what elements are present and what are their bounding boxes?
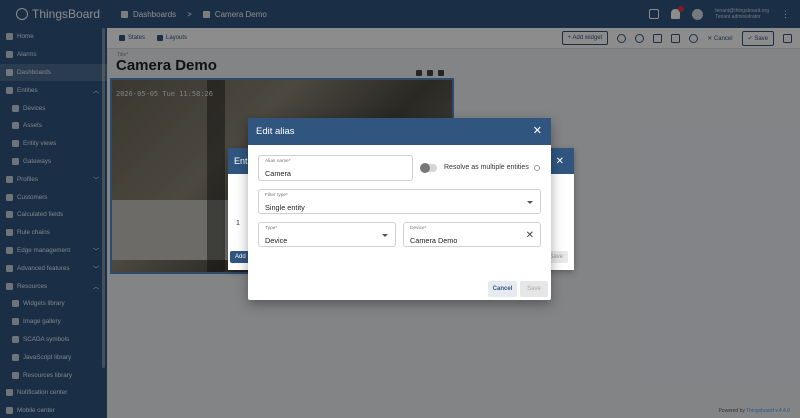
toggle-knob (420, 163, 430, 173)
resolve-multiple-label: Resolve as multiple entities (444, 164, 529, 171)
alias-row-index: 1 (236, 220, 240, 227)
cancel-button[interactable]: Cancel (488, 281, 517, 297)
dropdown-arrow-icon (527, 201, 533, 204)
close-icon[interactable]: ✕ (533, 124, 542, 137)
device-autocomplete[interactable]: Device* Camera Demo ✕ (403, 222, 541, 247)
alias-name-label: Alias name* (265, 159, 291, 164)
edit-alias-header: Edit alias ✕ (248, 118, 551, 145)
filter-type-select[interactable]: Filter type* Single entity (258, 189, 541, 214)
type-label: Type* (265, 226, 278, 231)
clear-icon[interactable]: ✕ (526, 230, 534, 241)
type-value: Device (265, 236, 288, 245)
close-icon[interactable]: ✕ (556, 156, 564, 167)
save-button[interactable]: Save (520, 281, 548, 297)
powered-by: Powered by Thingsboard v.4.4.0 (718, 408, 790, 414)
powered-brand-link[interactable]: Thingsboard v.4.4.0 (746, 408, 790, 414)
device-value: Camera Demo (410, 236, 458, 245)
filter-type-label: Filter type* (265, 193, 288, 198)
dialog-title: Edit alias (256, 126, 295, 137)
help-icon[interactable] (534, 165, 540, 171)
type-select[interactable]: Type* Device (258, 222, 396, 247)
resolve-multiple-toggle[interactable] (420, 163, 437, 173)
powered-prefix: Powered by (718, 408, 747, 414)
filter-type-value: Single entity (265, 203, 305, 212)
dropdown-arrow-icon (382, 234, 388, 237)
device-label: Device* (410, 226, 427, 231)
alias-name-field[interactable]: Alias name* Camera (258, 155, 413, 181)
alias-name-value: Camera (265, 169, 291, 178)
